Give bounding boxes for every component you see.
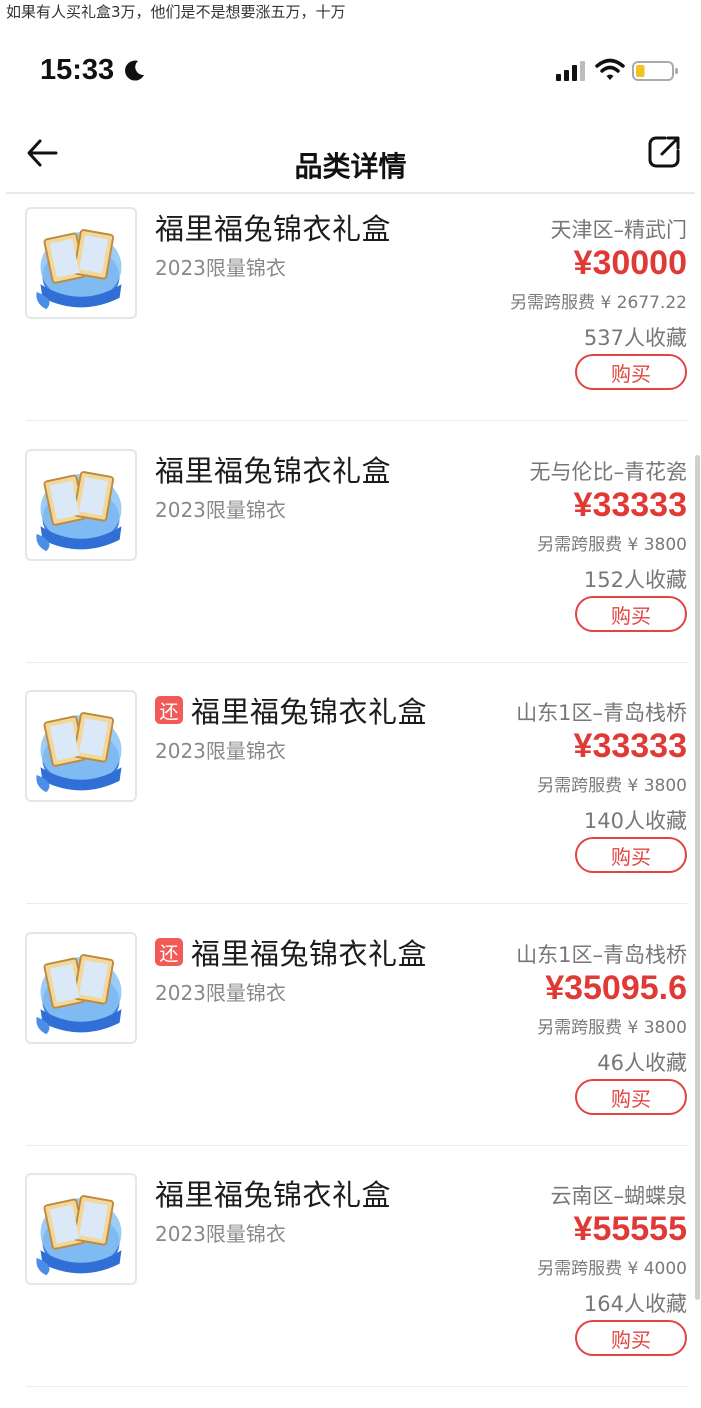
- favorite-count: 164人收藏: [583, 1292, 687, 1316]
- item-name-row: 福里福兔锦衣礼盒: [155, 448, 391, 490]
- row-divider: [26, 1145, 687, 1146]
- nav-bar: 品类详情: [0, 125, 701, 193]
- item-name-row: 福里福兔锦衣礼盒: [155, 1172, 391, 1214]
- scrollbar[interactable]: [695, 455, 700, 1300]
- row-divider: [26, 662, 687, 663]
- price: ¥30000: [573, 244, 687, 282]
- server-name: 山东1区–青岛栈桥: [516, 701, 687, 725]
- server-name: 山东1区–青岛栈桥: [516, 943, 687, 967]
- item-subtitle: 2023限量锦衣: [155, 256, 286, 280]
- price: ¥33333: [573, 486, 687, 524]
- cross-server-fee: 另需跨服费 ¥ 3800: [537, 535, 687, 555]
- buy-button[interactable]: 购买: [575, 354, 687, 390]
- price: ¥35095.6: [545, 969, 687, 1007]
- buy-button[interactable]: 购买: [575, 596, 687, 632]
- row-divider: [26, 1386, 687, 1387]
- gift-box-image: [36, 471, 122, 552]
- item-name-row: 还 福里福兔锦衣礼盒: [155, 689, 427, 731]
- status-time: 15:33: [40, 54, 115, 86]
- tradeback-badge: 还: [155, 696, 183, 724]
- signal-icon: [556, 61, 585, 81]
- listing-item[interactable]: 福里福兔锦衣礼盒 2023限量锦衣 天津区–精武门 ¥30000 另需跨服费 ¥…: [0, 194, 701, 436]
- caption-text: 如果有人买礼盒3万，他们是不是想要涨五万，十万: [6, 3, 346, 21]
- favorite-count: 537人收藏: [583, 326, 687, 350]
- gift-box-image: [36, 712, 122, 793]
- cross-server-fee: 另需跨服费 ¥ 4000: [537, 1259, 687, 1279]
- gift-box-image: [36, 954, 122, 1035]
- item-subtitle: 2023限量锦衣: [155, 981, 286, 1005]
- gift-box-thumbnail: [25, 207, 137, 319]
- cross-server-fee: 另需跨服费 ¥ 3800: [537, 776, 687, 796]
- gift-box-thumbnail: [25, 1173, 137, 1285]
- favorite-count: 152人收藏: [583, 568, 687, 592]
- cross-server-fee: 另需跨服费 ¥ 2677.22: [510, 293, 687, 313]
- listing-item[interactable]: 福里福兔锦衣礼盒 2023限量锦衣 无与伦比–青花瓷 ¥33333 另需跨服费 …: [0, 436, 701, 678]
- page-title: 品类详情: [294, 150, 407, 183]
- gift-box-image: [36, 229, 122, 310]
- tradeback-badge: 还: [155, 938, 183, 966]
- item-subtitle: 2023限量锦衣: [155, 498, 286, 522]
- server-name: 无与伦比–青花瓷: [529, 460, 688, 484]
- item-name: 福里福兔锦衣礼盒: [155, 454, 392, 488]
- share-icon[interactable]: [645, 133, 683, 171]
- item-name: 福里福兔锦衣礼盒: [155, 1178, 392, 1212]
- item-subtitle: 2023限量锦衣: [155, 739, 286, 763]
- listing-item[interactable]: 福里福兔锦衣礼盒 2023限量锦衣 云南区–蝴蝶泉 ¥55555 另需跨服费 ¥…: [0, 1160, 701, 1402]
- item-name: 福里福兔锦衣礼盒: [155, 212, 392, 246]
- buy-button[interactable]: 购买: [575, 837, 687, 873]
- favorite-count: 46人收藏: [597, 1051, 687, 1075]
- gift-box-thumbnail: [25, 690, 137, 802]
- item-name-row: 福里福兔锦衣礼盒: [155, 206, 391, 248]
- item-subtitle: 2023限量锦衣: [155, 1222, 286, 1246]
- cross-server-fee: 另需跨服费 ¥ 3800: [537, 1018, 687, 1038]
- favorite-count: 140人收藏: [583, 809, 687, 833]
- row-divider: [26, 903, 687, 904]
- moon-icon: [125, 60, 144, 81]
- item-name-row: 还 福里福兔锦衣礼盒: [155, 931, 427, 973]
- gift-box-thumbnail: [25, 932, 137, 1044]
- row-divider: [26, 420, 687, 421]
- listing-item[interactable]: 还 福里福兔锦衣礼盒 2023限量锦衣 山东1区–青岛栈桥 ¥33333 另需跨…: [0, 677, 701, 919]
- buy-button[interactable]: 购买: [575, 1320, 687, 1356]
- wifi-icon: [595, 58, 625, 80]
- listing-item[interactable]: 还 福里福兔锦衣礼盒 2023限量锦衣 山东1区–青岛栈桥 ¥35095.6 另…: [0, 919, 701, 1161]
- item-name: 福里福兔锦衣礼盒: [191, 937, 428, 971]
- price: ¥33333: [573, 727, 687, 765]
- status-bar: 15:33: [0, 50, 701, 94]
- price: ¥55555: [573, 1210, 687, 1248]
- gift-box-image: [36, 1195, 122, 1276]
- item-name: 福里福兔锦衣礼盒: [191, 695, 428, 729]
- server-name: 云南区–蝴蝶泉: [550, 1184, 688, 1208]
- battery-icon: [632, 61, 678, 81]
- server-name: 天津区–精武门: [550, 218, 688, 242]
- gift-box-thumbnail: [25, 449, 137, 561]
- buy-button[interactable]: 购买: [575, 1079, 687, 1115]
